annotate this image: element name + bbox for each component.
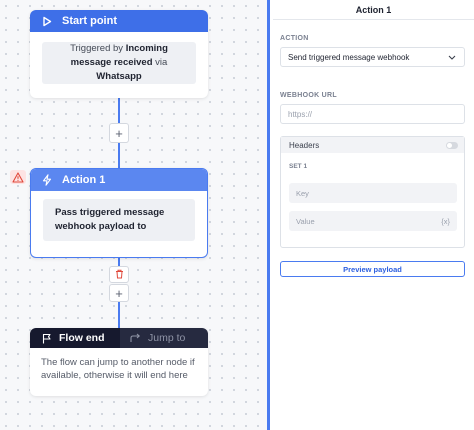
headers-toggle[interactable]: [446, 141, 458, 149]
start-point-node[interactable]: Start point Triggered by Incoming messag…: [30, 10, 208, 98]
start-node-message: Triggered by Incoming message received v…: [42, 42, 196, 84]
trash-icon: [115, 267, 124, 282]
trigger-channel-text: Whatsapp: [96, 71, 142, 82]
plus-icon: +: [115, 125, 123, 141]
trigger-prefix-text: Triggered by: [70, 43, 124, 54]
flag-icon: [42, 333, 52, 344]
action-node[interactable]: Action 1 Pass triggered message webhook …: [30, 168, 208, 258]
play-icon: [40, 14, 54, 28]
delete-node-button[interactable]: [109, 266, 129, 283]
header-key-input[interactable]: Key: [289, 183, 457, 203]
connector-line: [118, 142, 120, 168]
connector-line: [118, 98, 120, 124]
tab-flow-end-label: Flow end: [59, 332, 105, 344]
chevron-down-icon: [448, 53, 456, 62]
headers-section: Headers SET 1 Key Value {x}: [280, 136, 465, 248]
action-node-header: Action 1: [31, 169, 207, 191]
tab-jump-to-label: Jump to: [148, 332, 186, 344]
jump-arrow-icon: [130, 333, 141, 343]
start-node-title: Start point: [62, 15, 117, 27]
webhook-url-input[interactable]: https://: [280, 104, 465, 124]
start-node-header: Start point: [30, 10, 208, 32]
action-select[interactable]: Send triggered message webhook: [280, 47, 465, 67]
flow-canvas[interactable]: Start point Triggered by Incoming messag…: [0, 0, 270, 430]
webhook-url-label: WEBHOOK URL: [280, 92, 337, 99]
connector-line: [118, 258, 120, 266]
panel-title: Action 1: [273, 0, 474, 20]
headers-title: Headers: [289, 140, 320, 150]
action-label: ACTION: [280, 35, 309, 42]
action-node-message: Pass triggered message webhook payload t…: [43, 199, 195, 241]
headers-header: Headers: [281, 137, 464, 153]
trigger-via-text: via: [155, 57, 168, 68]
flow-end-description: The flow can jump to another node if ava…: [41, 357, 195, 381]
add-node-button[interactable]: +: [109, 123, 129, 143]
tab-jump-to[interactable]: Jump to: [120, 328, 208, 348]
action-select-value: Send triggered message webhook: [288, 52, 410, 62]
plus-icon: +: [115, 285, 123, 301]
properties-panel: Action 1 ACTION Send triggered message w…: [273, 0, 474, 430]
key-placeholder: Key: [296, 188, 309, 198]
header-value-input[interactable]: Value {x}: [289, 211, 457, 231]
variable-icon[interactable]: {x}: [441, 217, 450, 226]
value-placeholder: Value: [296, 216, 315, 226]
action-node-title: Action 1: [62, 174, 106, 186]
warning-icon[interactable]: [10, 170, 26, 184]
preview-payload-button[interactable]: Preview payload: [280, 261, 465, 277]
flow-end-node[interactable]: Flow end Jump to The flow can jump to an…: [30, 328, 208, 396]
set-label: SET 1: [289, 163, 308, 170]
add-node-button[interactable]: +: [109, 284, 129, 302]
tab-flow-end[interactable]: Flow end: [30, 328, 120, 348]
lightning-icon: [40, 173, 54, 187]
connector-line: [118, 301, 120, 328]
